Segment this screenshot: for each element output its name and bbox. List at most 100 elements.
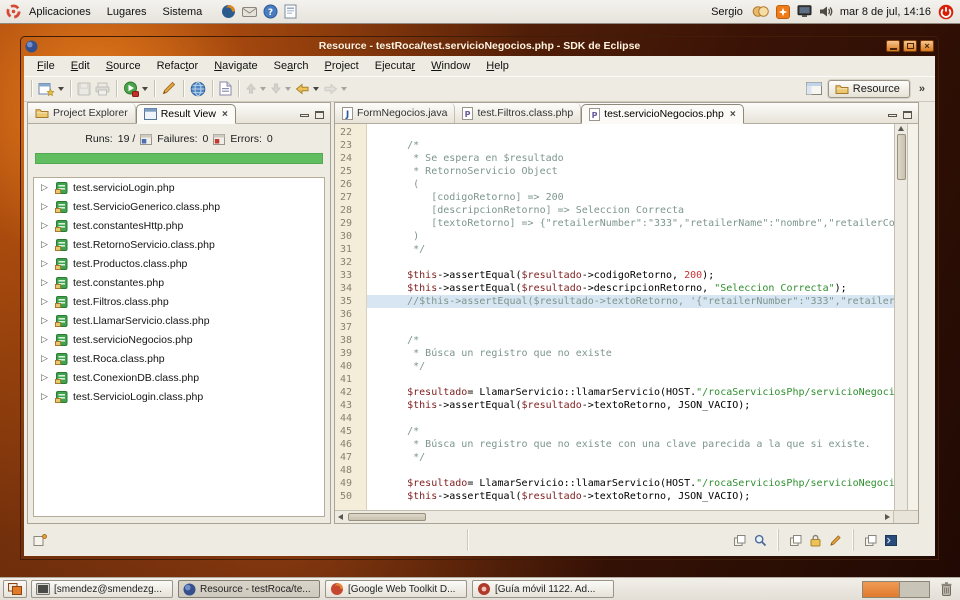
menu-search[interactable]: Search — [266, 58, 317, 74]
maximize-pane-icon[interactable] — [315, 111, 324, 119]
trash-icon[interactable] — [940, 581, 953, 597]
taskbar-button-google-web-toolkit-d[interactable]: [Google Web Toolkit D... — [325, 580, 467, 598]
code-line[interactable]: * RetornoServicio Object — [367, 165, 894, 178]
expander-icon[interactable]: ▷ — [41, 183, 50, 192]
restore-view-icon[interactable] — [734, 535, 746, 546]
annotation-icon[interactable] — [829, 534, 842, 547]
editor-tab-test-servicionegocios-php[interactable]: Ptest.servicioNegocios.php× — [581, 104, 744, 124]
code-line[interactable]: $this->assertEqual($resultado->codigoRet… — [367, 269, 894, 282]
restore-view-icon[interactable] — [790, 535, 802, 546]
dropdown-arrow-icon[interactable] — [313, 87, 319, 91]
panel-menu-sistema[interactable]: Sistema — [155, 3, 211, 21]
code-line[interactable]: $this->assertEqual($resultado->descripci… — [367, 282, 894, 295]
dropdown-arrow-icon[interactable] — [58, 87, 64, 91]
menu-source[interactable]: Source — [98, 58, 149, 74]
show-desktop-button[interactable] — [3, 580, 27, 598]
code-line[interactable]: */ — [367, 243, 894, 256]
overview-ruler[interactable] — [907, 124, 918, 510]
minimize-button[interactable] — [886, 40, 900, 52]
expander-icon[interactable]: ▷ — [41, 259, 50, 268]
code-line[interactable] — [367, 256, 894, 269]
scroll-left-arrow-icon[interactable] — [338, 514, 343, 520]
lock-icon[interactable] — [810, 534, 821, 547]
test-row[interactable]: ▷test.ConexionDB.class.php — [34, 368, 324, 387]
code-line[interactable]: */ — [367, 451, 894, 464]
code-line[interactable]: * Búsca un registro que no existe con un… — [367, 438, 894, 451]
maximize-pane-icon[interactable] — [903, 111, 912, 119]
menu-file[interactable]: File — [29, 58, 63, 74]
search-view-icon[interactable] — [754, 534, 767, 547]
minimize-pane-icon[interactable] — [888, 114, 897, 117]
editor-tab-test-filtros-class-php[interactable]: Ptest.Filtros.class.php — [455, 103, 581, 123]
display-icon[interactable] — [797, 5, 812, 18]
tab-result-view[interactable]: Result View× — [136, 104, 236, 124]
test-row[interactable]: ▷test.RetornoServicio.class.php — [34, 235, 324, 254]
firefox-icon[interactable] — [221, 4, 236, 19]
dropdown-arrow-icon[interactable] — [142, 87, 148, 91]
workspace-switcher[interactable] — [862, 581, 930, 598]
menu-edit[interactable]: Edit — [63, 58, 98, 74]
code-line[interactable] — [367, 464, 894, 477]
perspective-switcher-icon[interactable] — [806, 82, 822, 95]
test-row[interactable]: ▷test.Productos.class.php — [34, 254, 324, 273]
code-line[interactable]: $resultado= LlamarServicio::llamarServic… — [367, 477, 894, 490]
expander-icon[interactable]: ▷ — [41, 354, 50, 363]
close-tab-icon[interactable]: × — [222, 109, 228, 120]
expander-icon[interactable]: ▷ — [41, 373, 50, 382]
test-row[interactable]: ▷test.servicioNegocios.php — [34, 330, 324, 349]
code-line[interactable] — [367, 126, 894, 139]
test-row[interactable]: ▷test.LlamarServicio.class.php — [34, 311, 324, 330]
code-line[interactable]: $this->assertEqual($resultado->textoReto… — [367, 399, 894, 412]
vertical-scrollbar[interactable] — [894, 124, 907, 510]
menu-navigate[interactable]: Navigate — [206, 58, 265, 74]
code-line[interactable] — [367, 321, 894, 334]
expander-icon[interactable]: ▷ — [41, 316, 50, 325]
file-search-button[interactable] — [217, 79, 234, 99]
code-line[interactable]: */ — [367, 360, 894, 373]
run-button[interactable] — [121, 79, 150, 99]
highlighter-button[interactable] — [159, 79, 179, 99]
code-line[interactable]: /* — [367, 139, 894, 152]
restore-view-icon[interactable] — [865, 535, 877, 546]
menu-ejecutar[interactable]: Ejecutar — [367, 58, 423, 74]
expander-icon[interactable]: ▷ — [41, 221, 50, 230]
taskbar-button-resource-testroca-te[interactable]: Resource - testRoca/te... — [178, 580, 320, 598]
code-line[interactable]: * Se espera en $resultado — [367, 152, 894, 165]
clock-applet[interactable]: mar 8 de jul, 14:16 — [840, 6, 931, 18]
scroll-right-arrow-icon[interactable] — [885, 514, 890, 520]
volume-icon[interactable] — [819, 5, 833, 18]
scroll-up-arrow-icon[interactable] — [898, 126, 904, 131]
panel-menu-aplicaciones[interactable]: Aplicaciones — [21, 3, 99, 21]
editor-tab-formnegocios-java[interactable]: JFormNegocios.java — [335, 103, 455, 123]
test-row[interactable]: ▷test.constantes.php — [34, 273, 324, 292]
minimize-pane-icon[interactable] — [300, 114, 309, 117]
user-switch-icon[interactable] — [752, 5, 769, 18]
panel-menu-lugares[interactable]: Lugares — [99, 3, 155, 21]
mail-icon[interactable] — [242, 4, 257, 19]
expander-icon[interactable]: ▷ — [41, 240, 50, 249]
code-line[interactable]: ( — [367, 178, 894, 191]
code-editor[interactable]: /* * Se espera en $resultado * RetornoSe… — [367, 124, 894, 510]
horizontal-scrollbar[interactable] — [335, 510, 893, 523]
code-line[interactable]: /* — [367, 334, 894, 347]
code-line[interactable]: [textoRetorno] => {"retailerNumber":"333… — [367, 217, 894, 230]
menu-project[interactable]: Project — [317, 58, 367, 74]
workspace-1[interactable] — [863, 582, 899, 597]
notes-icon[interactable] — [284, 4, 297, 19]
perspective-overflow-chevron[interactable]: » — [916, 83, 928, 95]
expander-icon[interactable]: ▷ — [41, 297, 50, 306]
ubuntu-logo-icon[interactable] — [6, 4, 21, 19]
test-row[interactable]: ▷test.Filtros.class.php — [34, 292, 324, 311]
expander-icon[interactable]: ▷ — [41, 335, 50, 344]
code-line[interactable]: [descripcionRetorno] => Seleccion Correc… — [367, 204, 894, 217]
back-button[interactable] — [293, 79, 321, 99]
code-line[interactable]: $resultado= LlamarServicio::llamarServic… — [367, 386, 894, 399]
workspace-2[interactable] — [899, 582, 929, 597]
expander-icon[interactable]: ▷ — [41, 392, 50, 401]
menu-refactor[interactable]: Refactor — [149, 58, 207, 74]
horizontal-scroll-thumb[interactable] — [348, 513, 426, 521]
test-row[interactable]: ▷test.ServicioLogin.class.php — [34, 387, 324, 406]
close-button[interactable]: × — [920, 40, 934, 52]
test-row[interactable]: ▷test.servicioLogin.php — [34, 178, 324, 197]
taskbar-button-smendez-smendezg[interactable]: [smendez@smendezg... — [31, 580, 173, 598]
